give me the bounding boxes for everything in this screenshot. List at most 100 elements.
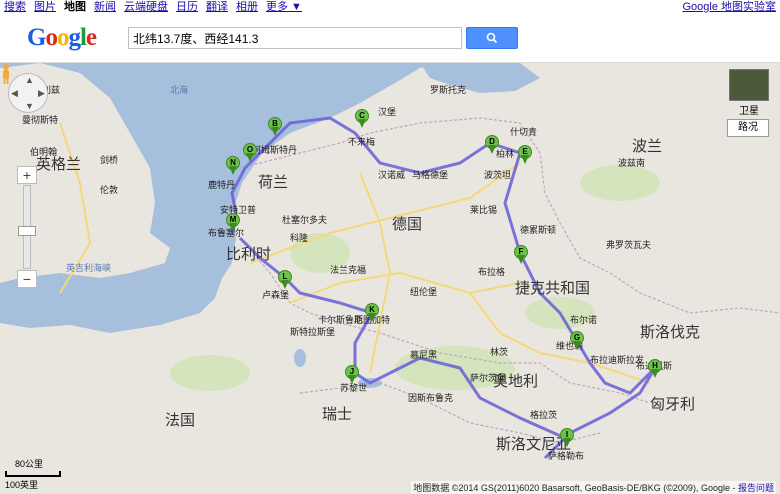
city-label: 慕尼黑 bbox=[410, 350, 438, 360]
zoom-out-button[interactable]: − bbox=[17, 270, 37, 288]
zoom-in-button[interactable]: + bbox=[17, 166, 37, 184]
city-label: 汉诺威 bbox=[378, 170, 406, 180]
pan-up-icon[interactable]: ▲ bbox=[25, 75, 34, 85]
nav-news[interactable]: 新闻 bbox=[94, 0, 116, 14]
waypoint-marker[interactable]: M bbox=[226, 213, 240, 233]
nav-translate[interactable]: 翻译 bbox=[206, 0, 228, 14]
pegman-icon[interactable] bbox=[0, 63, 12, 85]
sea-label: 北海 bbox=[170, 85, 189, 95]
nav-calendar[interactable]: 日历 bbox=[176, 0, 198, 14]
scale-bar: 80公里 100英里 bbox=[5, 457, 61, 491]
marker-letter: L bbox=[282, 272, 288, 281]
marker-letter: N bbox=[230, 158, 236, 167]
city-label: 格拉茨 bbox=[530, 410, 558, 420]
city-label: 布拉格 bbox=[478, 267, 506, 277]
waypoint-marker[interactable]: D bbox=[485, 135, 499, 155]
waypoint-marker[interactable]: F bbox=[514, 245, 528, 265]
report-problem-link[interactable]: 报告问题 bbox=[738, 483, 774, 493]
zoom-slider-handle[interactable] bbox=[18, 226, 36, 236]
scale-mi: 100英里 bbox=[5, 480, 39, 490]
waypoint-marker[interactable]: C bbox=[355, 109, 369, 129]
country-label: 瑞士 bbox=[322, 406, 353, 423]
pan-right-icon[interactable]: ▶ bbox=[38, 88, 45, 99]
satellite-thumbnail[interactable] bbox=[729, 69, 769, 101]
marker-letter: F bbox=[518, 247, 524, 256]
city-label: 弗罗茨瓦夫 bbox=[606, 240, 652, 250]
city-label: 罗斯托克 bbox=[430, 85, 467, 95]
pan-left-icon[interactable]: ◀ bbox=[11, 88, 18, 99]
country-label: 波兰 bbox=[632, 138, 663, 155]
nav-photos[interactable]: 相册 bbox=[236, 0, 258, 14]
map-canvas[interactable]: 荷兰 德国 比利时 捷克共和国 波兰 奥地利 匈牙利 瑞士 法国 斯洛伐克 斯洛… bbox=[0, 63, 780, 494]
city-label: 波兹南 bbox=[618, 158, 646, 168]
marker-letter: M bbox=[229, 215, 237, 224]
marker-letter: H bbox=[652, 361, 658, 370]
marker-letter: G bbox=[573, 333, 581, 342]
city-label: 莱比锡 bbox=[470, 205, 498, 215]
zoom-control: + − bbox=[17, 166, 37, 288]
nav-images[interactable]: 图片 bbox=[34, 0, 56, 14]
city-label: 汉堡 bbox=[378, 107, 397, 117]
maps-labs-link[interactable]: Google 地图实验室 bbox=[682, 0, 776, 14]
marker-letter: D bbox=[489, 137, 495, 146]
city-label: 萨尔茨堡 bbox=[470, 373, 507, 383]
city-label: 科隆 bbox=[290, 233, 309, 243]
marker-letter: J bbox=[349, 367, 355, 376]
search-header: Google 北纬13.7度、西经141.3 bbox=[0, 15, 780, 63]
google-top-bar: 搜索 图片 地图 新闻 云端硬盘 日历 翻译 相册 更多 ▼ Google 地图… bbox=[0, 0, 780, 15]
waypoint-marker[interactable]: B bbox=[268, 117, 282, 137]
scale-km: 80公里 bbox=[15, 459, 44, 469]
nav-drive[interactable]: 云端硬盘 bbox=[124, 0, 168, 14]
waypoint-marker[interactable]: J bbox=[345, 365, 359, 385]
waypoint-marker[interactable]: O bbox=[243, 143, 257, 163]
city-label: 波茨坦 bbox=[484, 170, 512, 180]
map-attribution: 地图数据 ©2014 GS(2011)6020 Basarsoft, GeoBa… bbox=[411, 481, 776, 494]
zoom-slider[interactable] bbox=[18, 185, 36, 269]
traffic-button[interactable]: 路况 bbox=[727, 119, 769, 137]
waypoint-marker[interactable]: H bbox=[648, 359, 662, 379]
waypoint-marker[interactable]: G bbox=[570, 331, 584, 351]
logo-letter: G bbox=[27, 24, 46, 51]
country-label: 匈牙利 bbox=[650, 396, 696, 413]
logo-letter: o bbox=[56, 24, 69, 51]
country-label: 荷兰 bbox=[258, 174, 289, 191]
scale-line bbox=[5, 471, 61, 477]
satellite-label[interactable]: 卫星 bbox=[727, 102, 771, 117]
magnifier-icon bbox=[486, 32, 498, 44]
country-label: 捷克共和国 bbox=[515, 280, 591, 297]
waypoint-marker[interactable]: L bbox=[278, 270, 292, 290]
city-label: 曼彻斯特 bbox=[22, 115, 59, 125]
nav-maps[interactable]: 地图 bbox=[64, 0, 86, 14]
map-type-control: 卫星 路况 bbox=[727, 69, 771, 139]
waypoint-marker[interactable]: I bbox=[560, 428, 574, 448]
country-label: 德国 bbox=[392, 216, 423, 233]
city-label: 卡尔斯鲁厄 bbox=[318, 315, 364, 325]
city-label: 斯特拉斯堡 bbox=[290, 327, 336, 337]
logo-letter: e bbox=[85, 24, 97, 51]
city-label: 伦敦 bbox=[100, 185, 119, 195]
city-label: 纽伦堡 bbox=[410, 287, 438, 297]
search-input[interactable]: 北纬13.7度、西经141.3 bbox=[128, 27, 462, 49]
city-label: 因斯布鲁克 bbox=[408, 393, 454, 403]
city-label: 杜塞尔多夫 bbox=[282, 215, 328, 225]
nav-search[interactable]: 搜索 bbox=[4, 0, 26, 14]
marker-letter: B bbox=[272, 119, 278, 128]
waypoint-marker[interactable]: N bbox=[226, 156, 240, 176]
city-label: 阿姆斯特丹 bbox=[252, 145, 298, 155]
marker-letter: K bbox=[369, 305, 375, 314]
country-label: 比利时 bbox=[226, 246, 272, 263]
search-button[interactable] bbox=[466, 27, 518, 49]
country-label: 法国 bbox=[165, 412, 196, 429]
waypoint-marker[interactable]: E bbox=[518, 145, 532, 165]
top-nav: 搜索 图片 地图 新闻 云端硬盘 日历 翻译 相册 更多 ▼ bbox=[4, 0, 302, 14]
city-label: 德累斯顿 bbox=[520, 225, 557, 235]
country-label: 斯洛伐克 bbox=[640, 324, 701, 341]
pan-control[interactable]: ▲ ◀ ▶ ▼ bbox=[8, 73, 48, 113]
google-logo[interactable]: Google bbox=[27, 24, 97, 52]
city-label: 不来梅 bbox=[348, 137, 376, 147]
city-label: 马格德堡 bbox=[412, 170, 449, 180]
waypoint-marker[interactable]: K bbox=[365, 303, 379, 323]
city-label: 萨格勒布 bbox=[548, 451, 585, 461]
pan-down-icon[interactable]: ▼ bbox=[25, 101, 34, 111]
nav-more[interactable]: 更多 ▼ bbox=[266, 0, 302, 14]
